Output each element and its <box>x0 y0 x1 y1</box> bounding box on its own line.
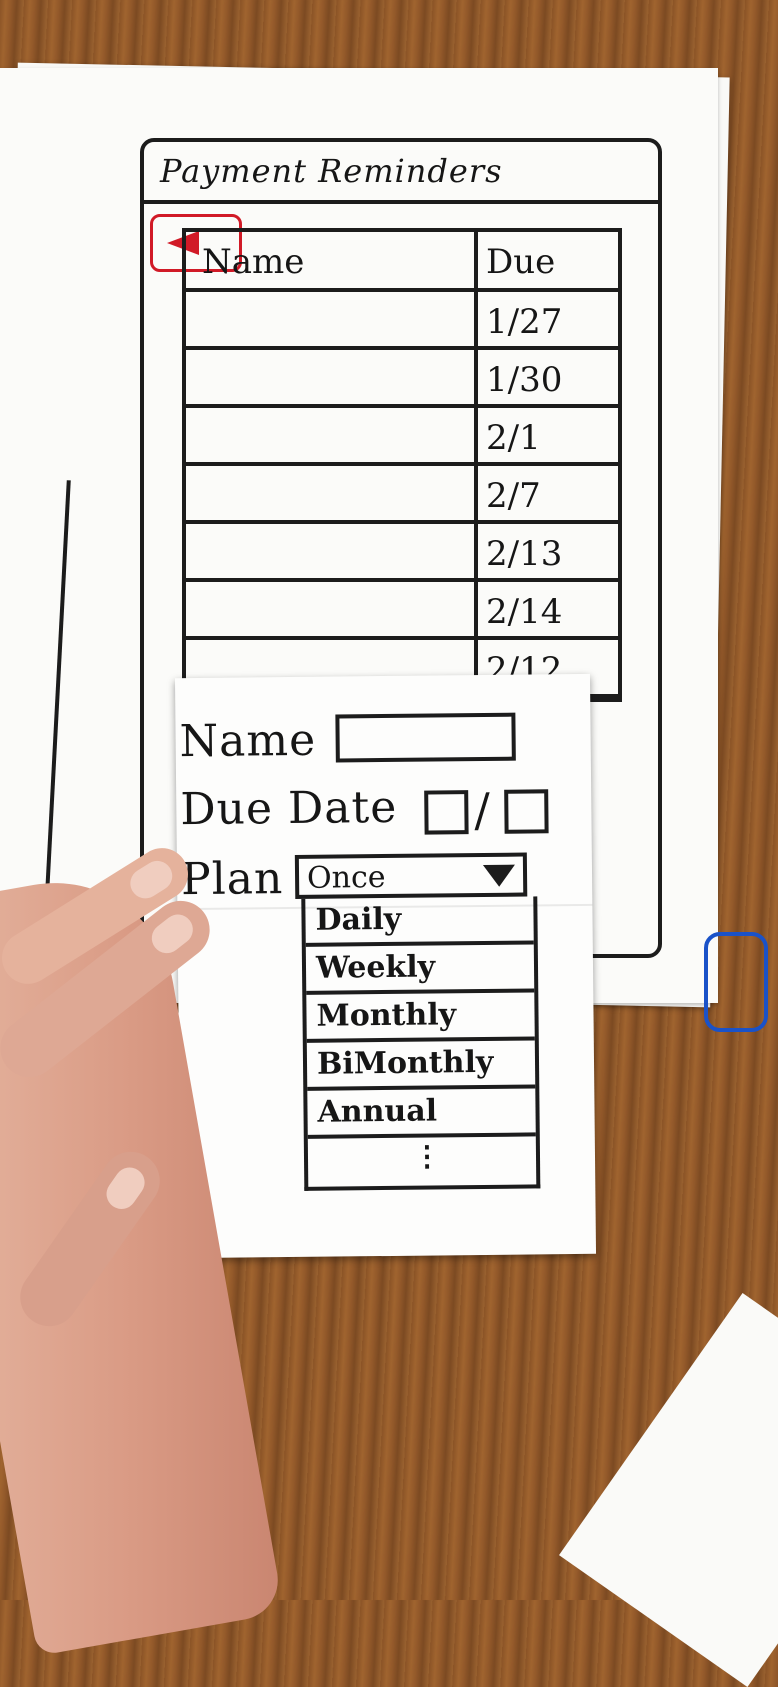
plan-option-monthly[interactable]: Monthly <box>306 992 535 1043</box>
due-day-input[interactable] <box>504 789 549 834</box>
plan-option-bimonthly[interactable]: BiMonthly <box>306 1040 536 1091</box>
plan-option-annual[interactable]: Annual <box>307 1088 536 1139</box>
row-name <box>186 292 478 346</box>
app-title: Payment Reminders <box>160 152 503 190</box>
add-reminder-dialog: Name Due Date / Plan Once Daily Weekly M… <box>174 673 597 1259</box>
due-date-label: Due Date <box>180 781 398 836</box>
table-row[interactable]: 2/14 <box>186 582 618 640</box>
row-due: 2/14 <box>486 592 563 632</box>
row-due: 1/27 <box>486 302 563 342</box>
plan-option-weekly[interactable]: Weekly <box>305 944 535 995</box>
row-name <box>186 582 478 636</box>
table-row[interactable]: 1/27 <box>186 292 618 350</box>
plan-select[interactable]: Once <box>294 852 528 899</box>
column-header-due[interactable]: Due <box>478 232 618 288</box>
plan-option-daily[interactable]: Daily <box>305 896 534 947</box>
row-due: 2/13 <box>486 534 563 574</box>
table-row[interactable]: 2/13 <box>186 524 618 582</box>
plan-label: Plan <box>180 853 284 906</box>
table-row[interactable]: 1/30 <box>186 350 618 408</box>
date-separator: / <box>474 782 491 838</box>
reminders-table: Name Due 1/27 1/30 2/1 2/7 2/13 2/14 2/1… <box>182 228 622 702</box>
table-row[interactable]: 2/7 <box>186 466 618 524</box>
row-name <box>186 466 478 520</box>
due-month-input[interactable] <box>424 790 469 835</box>
row-name <box>186 350 478 404</box>
more-options-icon[interactable]: ⋮ <box>308 1136 536 1186</box>
title-bar: Payment Reminders <box>144 142 658 204</box>
row-due: 1/30 <box>486 360 563 400</box>
row-name <box>186 524 478 578</box>
paper-corner <box>559 1292 778 1687</box>
add-reminder-button[interactable] <box>704 932 768 1032</box>
chevron-down-icon[interactable] <box>482 864 516 887</box>
name-label: Name <box>179 714 317 768</box>
table-row[interactable]: 2/1 <box>186 408 618 466</box>
row-due: 2/7 <box>486 476 541 516</box>
row-name <box>186 408 478 462</box>
plan-dropdown: Daily Weekly Monthly BiMonthly Annual ⋮ <box>301 896 541 1191</box>
row-due: 2/1 <box>486 418 541 458</box>
column-header-name[interactable]: Name <box>186 232 478 288</box>
plan-selected-value: Once <box>306 859 386 896</box>
name-input[interactable] <box>335 712 516 763</box>
table-header: Name Due <box>186 232 618 292</box>
